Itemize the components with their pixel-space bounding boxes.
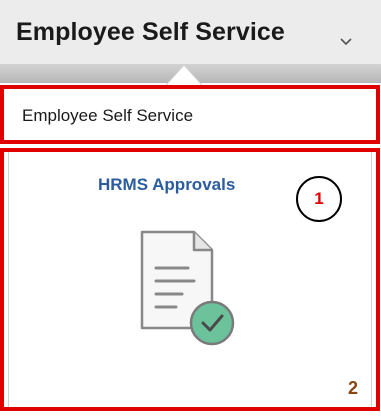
tile-title: HRMS Approvals — [98, 175, 236, 194]
homepage-title: Employee Self Service — [16, 18, 285, 46]
callout-number-2: 2 — [348, 378, 359, 398]
homepage-selector[interactable]: Employee Self Service — [16, 18, 285, 47]
dropdown-pointer — [166, 64, 202, 85]
callout-number-1: 1 — [296, 176, 342, 222]
menu-item-label: Employee Self Service — [22, 106, 194, 125]
chevron-down-icon[interactable] — [339, 37, 353, 47]
document-approval-icon — [140, 230, 235, 346]
